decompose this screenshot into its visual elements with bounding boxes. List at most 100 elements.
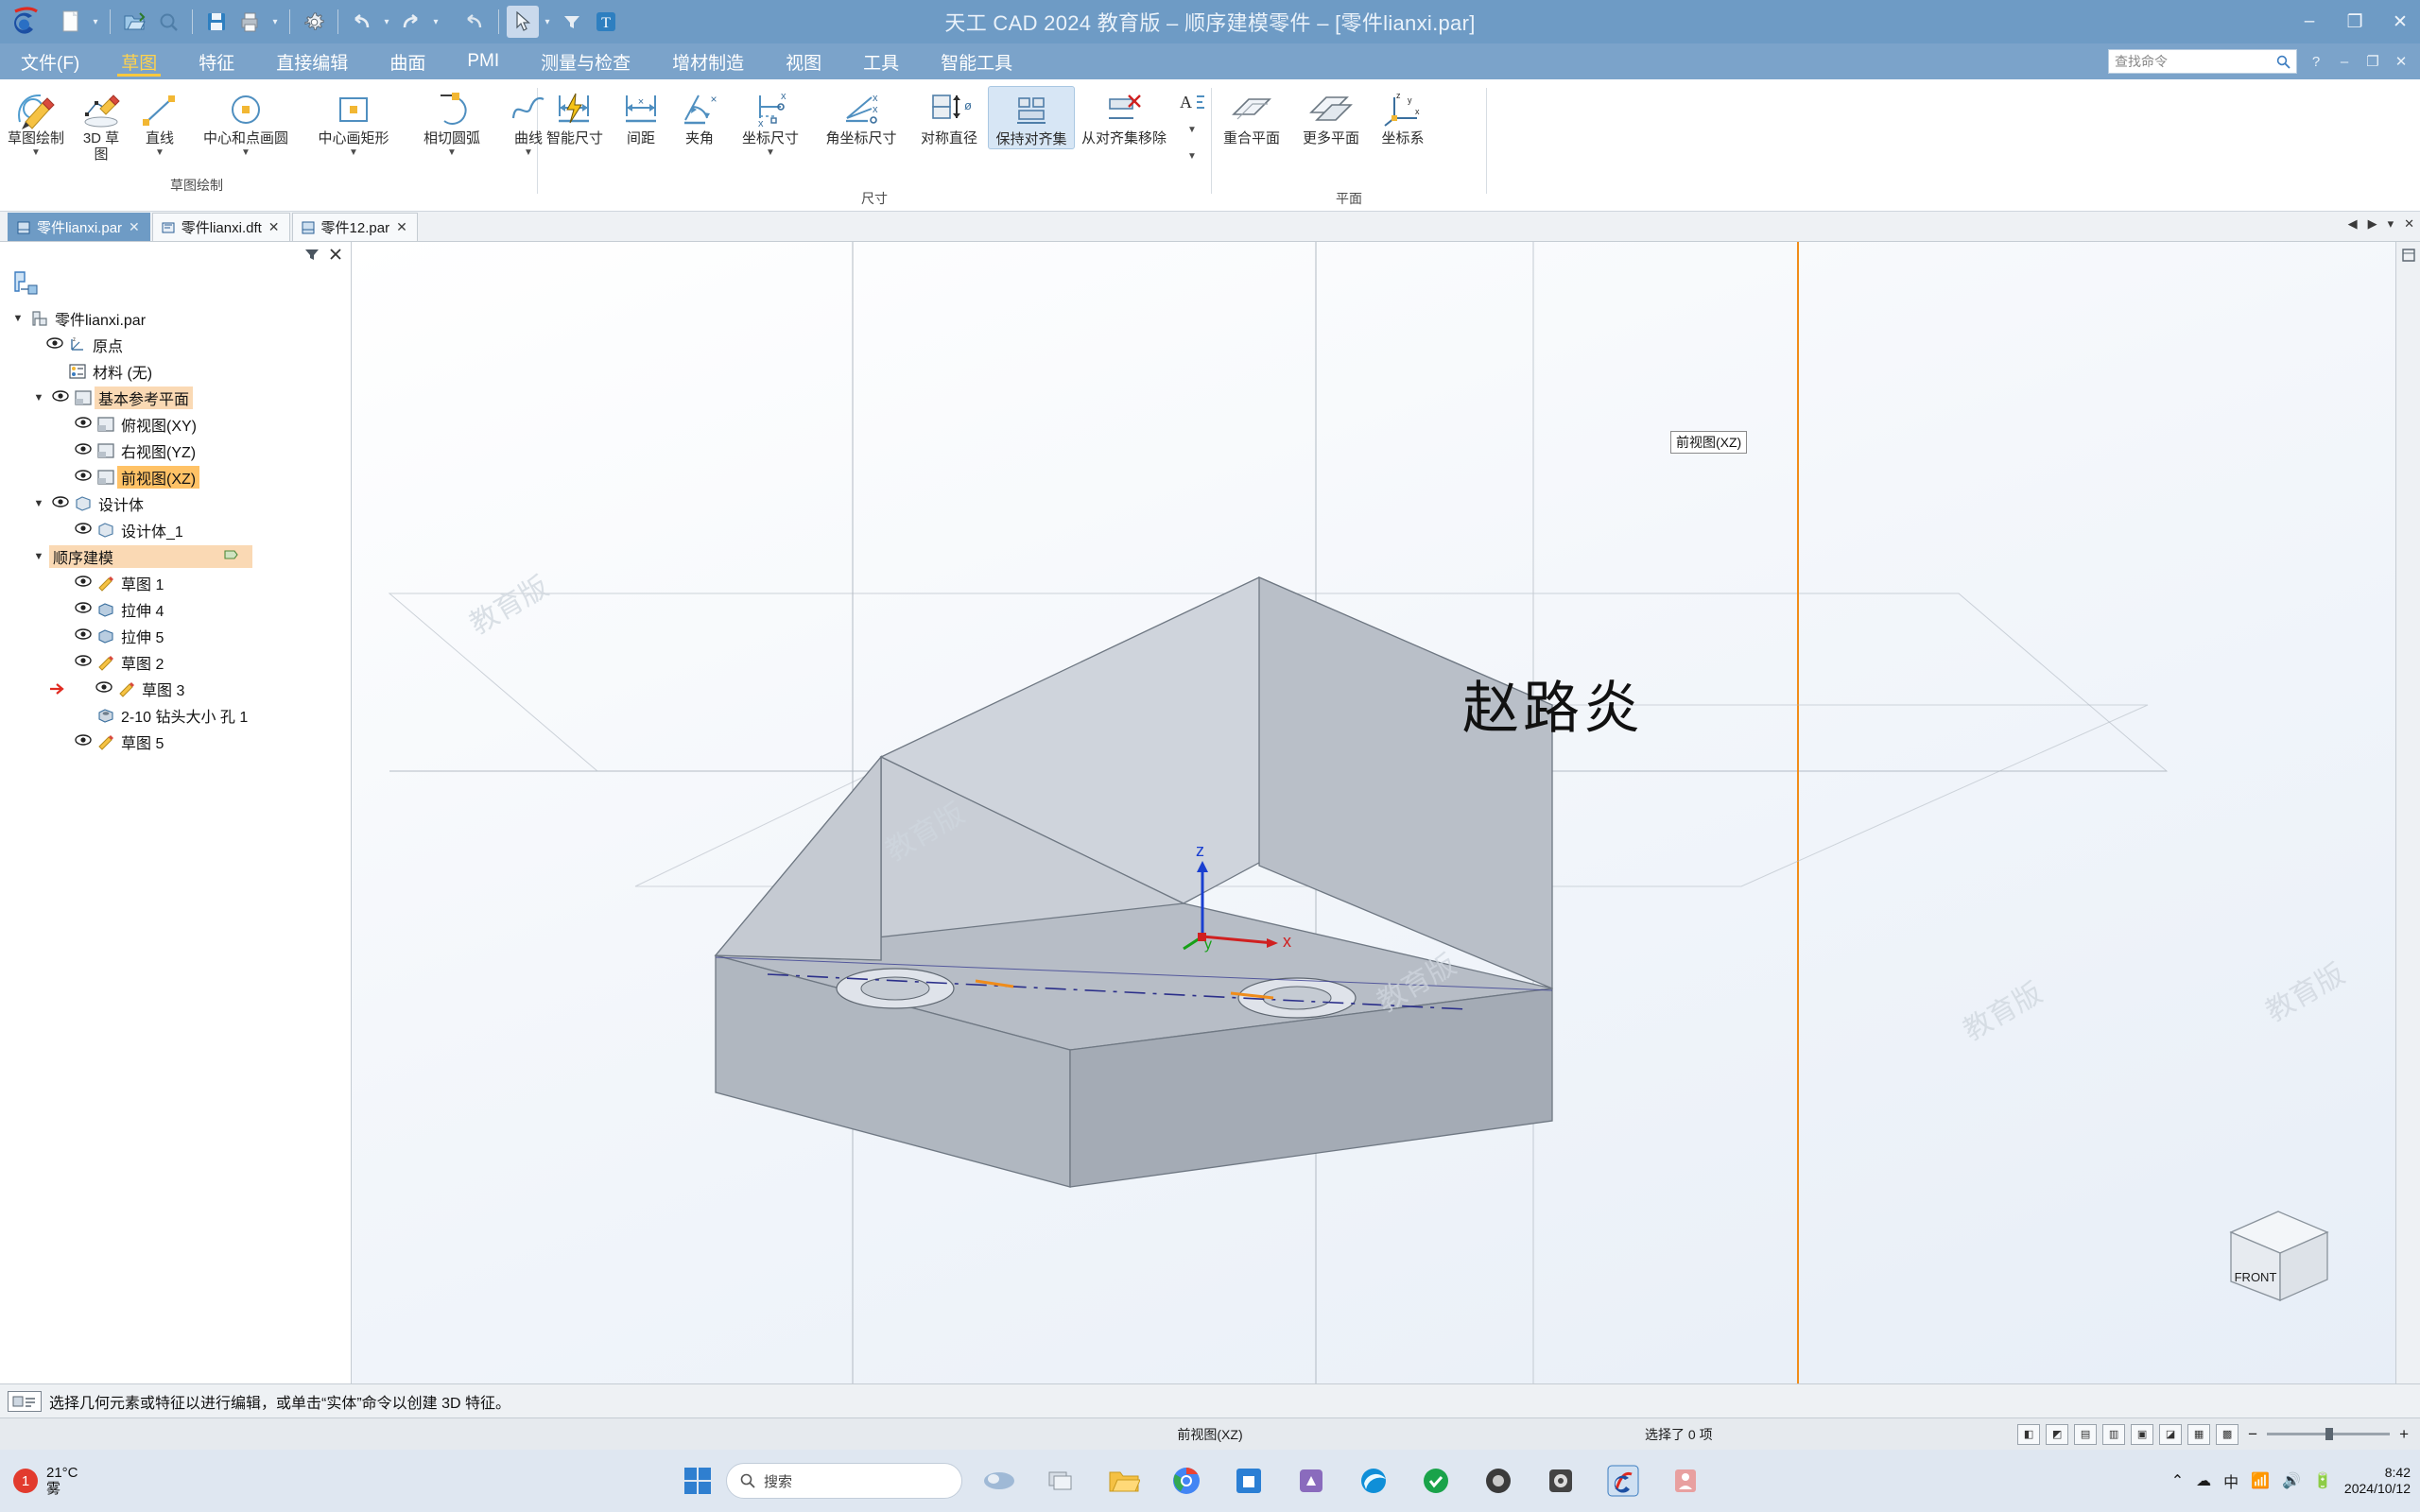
filter-icon[interactable]: [556, 6, 588, 38]
shading-icon[interactable]: ◩: [2046, 1423, 2069, 1445]
ribbon-button-line[interactable]: 直线 ▼: [130, 86, 189, 158]
ribbon-tab-sketch[interactable]: 草图: [100, 43, 178, 79]
zoom-out-button[interactable]: −: [2244, 1425, 2261, 1444]
app-icon-3[interactable]: [1473, 1455, 1524, 1506]
ribbon-button-coincident-plane[interactable]: 重合平面: [1212, 86, 1291, 147]
ribbon-button-dimension-style[interactable]: A ▼ ▼: [1173, 86, 1211, 162]
chevron-down-icon-2[interactable]: ▼: [1187, 152, 1197, 162]
visibility-eye-icon[interactable]: [72, 416, 95, 433]
visibility-eye-icon[interactable]: [49, 495, 72, 512]
tree-node-base-reference-planes[interactable]: ▼ 基本参考平面: [0, 385, 351, 411]
tree-node-sketch-1[interactable]: 草图 1: [0, 570, 351, 596]
window-controls[interactable]: – ❐ ✕: [2297, 0, 2412, 43]
ribbon-tab-pmi[interactable]: PMI: [446, 43, 520, 79]
ribbon-button-remove-from-align-set[interactable]: 从对齐集移除: [1075, 86, 1173, 147]
filter-menu-icon[interactable]: [305, 249, 319, 260]
zoom-in-button[interactable]: +: [2395, 1425, 2412, 1444]
visibility-eye-icon[interactable]: [72, 575, 95, 592]
right-dock-strip[interactable]: [2395, 242, 2420, 1383]
select-tool-icon[interactable]: [507, 6, 539, 38]
ribbon-button-rectangle-center[interactable]: 中心画矩形 ▼: [302, 86, 405, 158]
redo-icon[interactable]: [395, 6, 427, 38]
new-file-icon[interactable]: [55, 6, 87, 38]
ribbon-tab-tools[interactable]: 工具: [842, 43, 920, 79]
ribbon-button-distance[interactable]: × 间距: [612, 86, 670, 147]
taskbar-system-tray[interactable]: ⌃ ☁ 中 📶 🔊 🔋 8:42 2024/10/12: [2171, 1465, 2411, 1498]
ribbon-restore-button[interactable]: ❐: [2363, 53, 2382, 70]
doc-tab-nav[interactable]: ◀ ▶ ▾ ✕: [2348, 216, 2414, 232]
chevron-down-icon[interactable]: ▼: [31, 147, 41, 158]
snap-icon[interactable]: ▩: [2216, 1423, 2239, 1445]
right-dock-icon[interactable]: [2396, 242, 2420, 273]
undo-caret-icon[interactable]: ▾: [380, 6, 393, 38]
visibility-eye-icon[interactable]: [93, 680, 115, 697]
tree-node-sketch-3[interactable]: 草图 3: [0, 676, 351, 702]
tree-expand-arrow-icon[interactable]: ▼: [28, 498, 49, 509]
tree-node-extrude-4[interactable]: 拉伸 4: [0, 596, 351, 623]
tree-node-design-body-1[interactable]: 设计体_1: [0, 517, 351, 543]
status-right-tools[interactable]: ◧ ◩ ▤ ▥ ▣ ◪ ▦ ▩ − +: [2017, 1423, 2412, 1445]
app-icon-2[interactable]: [1410, 1455, 1461, 1506]
menu-right-area[interactable]: 查找命令 ? – ❐ ✕: [2108, 43, 2411, 79]
doc-tab-part-lianxi-dft[interactable]: 零件lianxi.dft ✕: [151, 213, 290, 241]
visibility-eye-icon[interactable]: [72, 469, 95, 486]
visibility-eye-icon[interactable]: [72, 654, 95, 671]
chevron-down-icon[interactable]: ▼: [241, 147, 251, 158]
visibility-eye-icon[interactable]: [72, 522, 95, 539]
document-tab-bar[interactable]: 零件lianxi.par ✕ 零件lianxi.dft ✕ 零件12.par ✕…: [0, 212, 2420, 242]
ribbon-button-angle[interactable]: × 夹角: [670, 86, 729, 147]
redo-caret-icon[interactable]: ▾: [429, 6, 442, 38]
widgets-icon[interactable]: [974, 1455, 1025, 1506]
ribbon-tab-surface[interactable]: 曲面: [369, 43, 446, 79]
tree-expand-arrow-icon[interactable]: ▼: [8, 313, 28, 324]
ribbon-button-smart-dimension[interactable]: 智能尺寸: [538, 86, 612, 147]
view-cube[interactable]: FRONT: [2212, 1194, 2344, 1317]
ribbon-tab-smart-tools[interactable]: 智能工具: [920, 43, 1033, 79]
quick-view-icon[interactable]: [152, 6, 184, 38]
cad-app-icon[interactable]: [1598, 1455, 1649, 1506]
ribbon-button-symmetric-diameter[interactable]: ø 对称直径: [910, 86, 988, 147]
visibility-eye-icon[interactable]: [72, 733, 95, 750]
ribbon-tab-file[interactable]: 文件(F): [0, 43, 100, 79]
3d-model-canvas[interactable]: z x y: [352, 242, 2420, 1383]
ribbon-tab-feature[interactable]: 特征: [178, 43, 255, 79]
visibility-eye-icon[interactable]: [43, 336, 66, 353]
volume-icon[interactable]: 🔊: [2282, 1471, 2301, 1490]
chevron-up-icon[interactable]: ⌃: [2171, 1471, 2184, 1490]
doc-tab-close-icon[interactable]: ✕: [129, 219, 140, 235]
render-mode-icon[interactable]: ◧: [2017, 1423, 2041, 1445]
app-icon-4[interactable]: [1535, 1455, 1586, 1506]
windows-start-icon[interactable]: [681, 1464, 715, 1498]
visibility-eye-icon[interactable]: [72, 442, 95, 459]
new-file-caret-icon[interactable]: ▾: [89, 6, 102, 38]
tree-panel-header[interactable]: [0, 242, 351, 266]
ribbon-button-coordinate-system[interactable]: z x y 坐标系: [1371, 86, 1435, 147]
settings-gear-icon[interactable]: [298, 6, 330, 38]
hidden-line-icon[interactable]: ▥: [2102, 1423, 2126, 1445]
chevron-down-icon[interactable]: ▼: [524, 147, 533, 158]
doc-tab-prev-icon[interactable]: ◀: [2348, 216, 2358, 232]
chevron-down-icon[interactable]: ▼: [349, 147, 358, 158]
tree-node-design-body[interactable]: ▼ 设计体: [0, 490, 351, 517]
app-icon-5[interactable]: [1660, 1455, 1711, 1506]
ribbon-button-angular-coordinate[interactable]: x x 角坐标尺寸: [812, 86, 910, 147]
tree-node-part-root[interactable]: ▼ 零件lianxi.par: [0, 305, 351, 332]
undo-history-icon[interactable]: [458, 6, 491, 38]
doc-tab-list-icon[interactable]: ▾: [2388, 216, 2394, 232]
chrome-icon[interactable]: [1161, 1455, 1212, 1506]
visibility-eye-icon[interactable]: [49, 389, 72, 406]
chevron-down-icon[interactable]: ▼: [1187, 126, 1197, 135]
file-explorer-icon[interactable]: [1098, 1455, 1150, 1506]
ribbon-close-button[interactable]: ✕: [2392, 53, 2411, 70]
zoom-slider[interactable]: [2267, 1428, 2391, 1440]
ribbon-button-more-planes[interactable]: 更多平面: [1291, 86, 1371, 147]
text-tool-icon[interactable]: T: [590, 6, 622, 38]
doc-tab-part-lianxi-par[interactable]: 零件lianxi.par ✕: [8, 213, 150, 241]
tree-node-sketch-2[interactable]: 草图 2: [0, 649, 351, 676]
undo-icon[interactable]: [346, 6, 378, 38]
ime-cn-icon[interactable]: 中: [2223, 1469, 2238, 1492]
visibility-eye-icon[interactable]: [72, 601, 95, 618]
battery-icon[interactable]: 🔋: [2313, 1471, 2332, 1490]
edge-icon[interactable]: [1348, 1455, 1399, 1506]
tree-node-extrude-5[interactable]: 拉伸 5: [0, 623, 351, 649]
